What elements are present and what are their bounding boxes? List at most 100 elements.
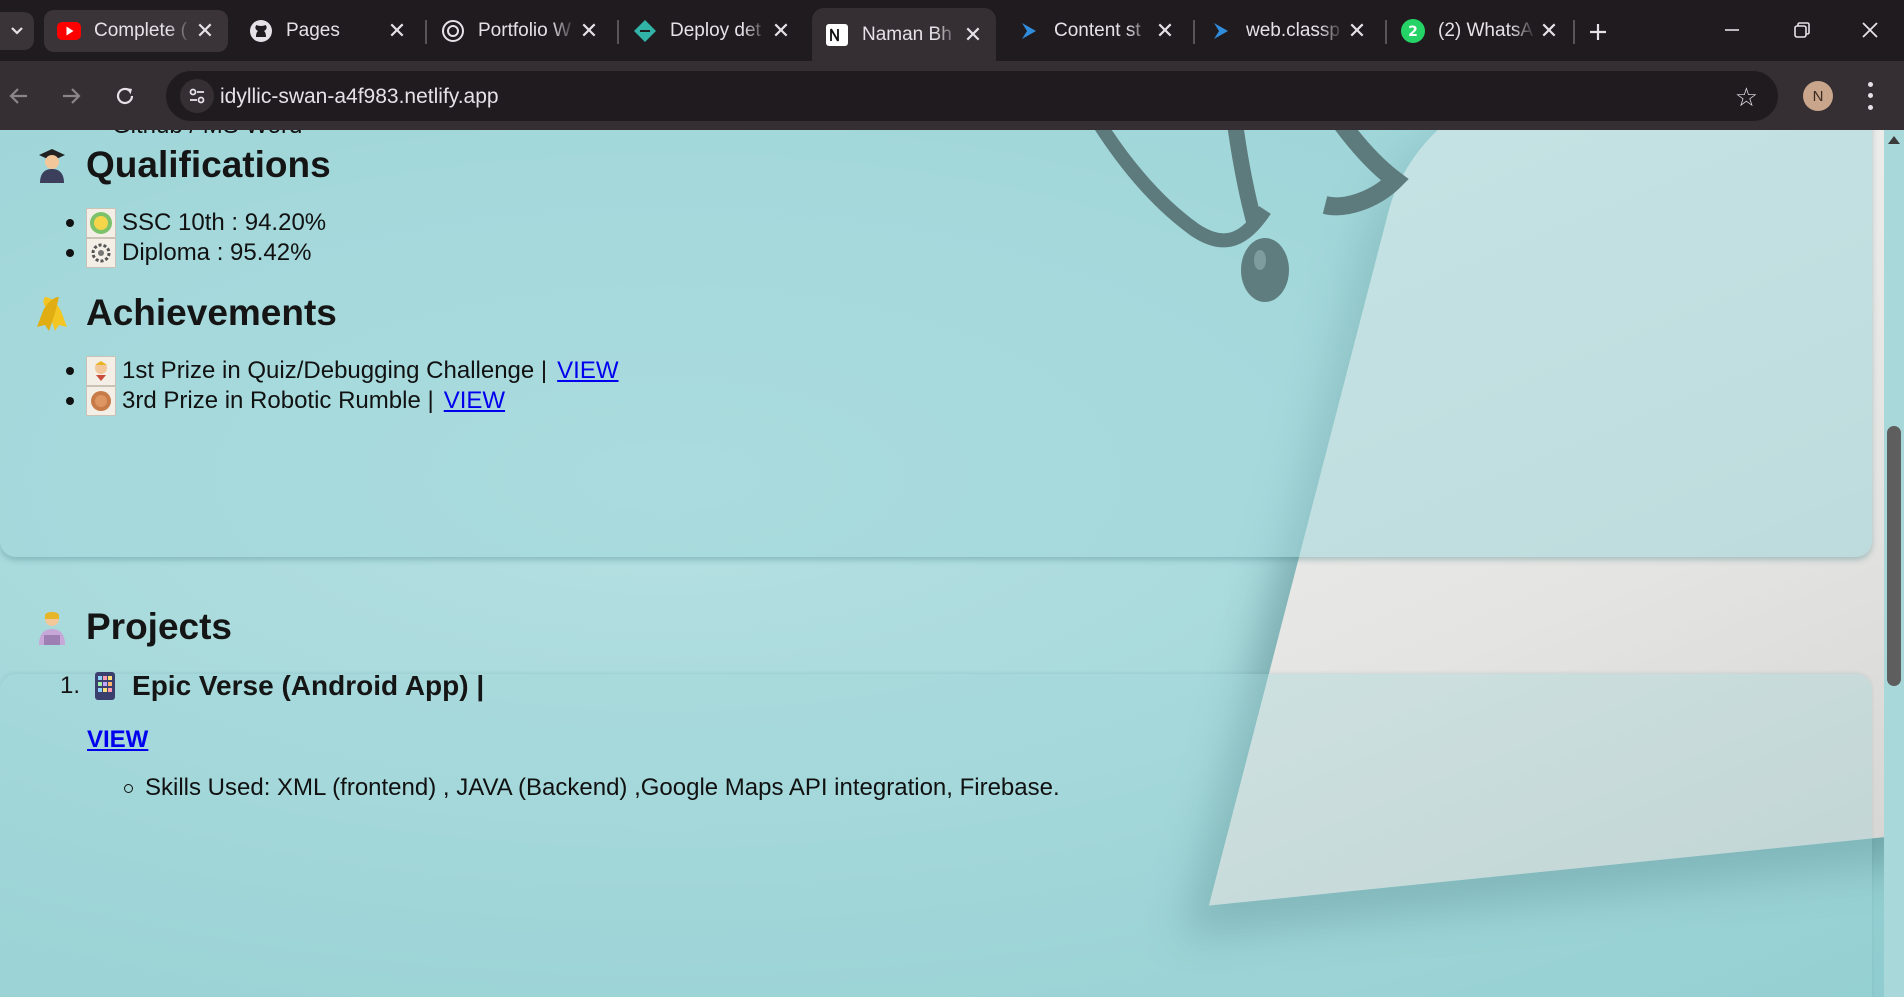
bronze-medal-icon	[86, 386, 116, 416]
whatsapp-icon: 2	[1400, 18, 1426, 44]
arrow-left-icon	[9, 88, 27, 104]
restore-button[interactable]	[1778, 10, 1826, 50]
tab-title: Pages	[286, 20, 340, 41]
tab-separator	[617, 20, 619, 44]
tab-naman-portfolio[interactable]: Naman Bh ✕	[812, 8, 996, 61]
reload-icon	[116, 87, 134, 105]
site-info-button[interactable]	[180, 79, 214, 113]
achievements-heading: Achievements	[34, 292, 337, 334]
url-text[interactable]: idyllic-swan-a4f983.netlify.app	[220, 85, 499, 109]
project-skills-text: Skills Used: XML (frontend) , JAVA (Back…	[145, 774, 1060, 801]
close-tab-icon[interactable]: ✕	[768, 18, 794, 44]
notion-icon	[824, 22, 850, 48]
menu-dot	[1867, 93, 1873, 99]
achievement-text: 1st Prize in Quiz/Debugging Challenge |	[122, 357, 548, 384]
qualification-text: Diploma : 95.42%	[122, 239, 312, 266]
reload-button[interactable]	[106, 77, 144, 115]
minimize-button[interactable]	[1708, 10, 1756, 50]
tab-separator	[1193, 20, 1195, 44]
hollow-bullet	[124, 783, 133, 793]
close-tab-icon[interactable]: ✕	[1344, 18, 1370, 44]
tab-title: Naman Bh	[862, 23, 952, 45]
plus-icon	[1590, 24, 1606, 40]
close-tab-icon[interactable]: ✕	[1536, 18, 1562, 44]
close-tab-icon[interactable]: ✕	[192, 18, 218, 44]
tab-separator	[425, 20, 427, 44]
tool-item-label: Github / MS Word	[112, 130, 302, 140]
tab-separator	[1573, 20, 1575, 44]
arrow-right-icon	[63, 88, 81, 104]
projects-heading: Projects	[34, 606, 232, 648]
tool-list-item: Github / MS Word	[62, 130, 302, 140]
page-scrollbar[interactable]	[1884, 130, 1904, 997]
tab-search-button[interactable]	[0, 12, 34, 50]
qualification-item: SSC 10th : 94.20%	[66, 208, 326, 238]
bookmark-star-icon[interactable]: ☆	[1735, 82, 1758, 113]
forward-button[interactable]	[52, 77, 90, 115]
netlify-icon	[632, 18, 658, 44]
openai-icon	[440, 18, 466, 44]
browser-toolbar: idyllic-swan-a4f983.netlify.app ☆ N	[0, 61, 1904, 130]
achievement-item: 1st Prize in Quiz/Debugging Challenge | …	[66, 356, 619, 386]
page-viewport: Github / MS Word Qualifications SSC 10th…	[0, 130, 1904, 997]
tab-title: Content st	[1054, 20, 1141, 41]
tab-strip: Complete ( ✕ Pages ✕ Portfolio W ✕ Deplo…	[0, 0, 1904, 61]
qualifications-title: Qualifications	[86, 144, 331, 185]
close-tab-icon[interactable]: ✕	[576, 18, 602, 44]
tab-github-pages[interactable]: Pages ✕	[236, 10, 420, 52]
close-icon	[1862, 22, 1878, 38]
scroll-up-arrow-icon[interactable]	[1888, 136, 1900, 144]
tab-title: web.classp	[1246, 20, 1340, 41]
menu-dot	[1867, 82, 1873, 88]
minimize-icon	[1725, 29, 1739, 31]
project-name: Epic Verse (Android App) |	[132, 670, 485, 701]
close-tab-icon[interactable]: ✕	[384, 18, 410, 44]
profile-avatar[interactable]: N	[1803, 81, 1833, 111]
school-emblem-icon	[86, 208, 116, 238]
project-view-link[interactable]: VIEW	[87, 726, 148, 754]
achievement-text: 3rd Prize in Robotic Rumble |	[122, 387, 434, 414]
ribbon-icon	[34, 295, 70, 331]
tab-separator	[1385, 20, 1387, 44]
achievement-view-link[interactable]: VIEW	[444, 387, 505, 415]
github-icon	[248, 18, 274, 44]
page-content: Github / MS Word Qualifications SSC 10th…	[0, 130, 1860, 997]
project-number: 1.	[60, 672, 81, 699]
whatsapp-badge: 2	[1408, 24, 1418, 40]
restore-icon	[1794, 22, 1810, 38]
tab-chatgpt[interactable]: Portfolio W ✕	[428, 10, 612, 52]
chevron-down-icon	[11, 27, 23, 35]
mobile-phone-icon	[94, 671, 120, 701]
tab-title: Deploy det	[670, 20, 761, 41]
classplus-icon	[1208, 18, 1234, 44]
achievement-view-link[interactable]: VIEW	[557, 357, 618, 385]
menu-dot	[1867, 104, 1873, 110]
address-bar[interactable]: idyllic-swan-a4f983.netlify.app ☆	[166, 71, 1778, 121]
tab-whatsapp[interactable]: 2 (2) WhatsA ✕	[1388, 10, 1572, 52]
close-tab-icon[interactable]: ✕	[960, 22, 986, 48]
graduate-icon	[34, 147, 70, 183]
qualification-text: SSC 10th : 94.20%	[122, 209, 327, 236]
new-tab-button[interactable]	[1580, 14, 1616, 50]
close-window-button[interactable]	[1846, 10, 1894, 50]
tab-title: Complete (	[94, 20, 187, 41]
bullet	[66, 367, 74, 375]
tab-title: (2) WhatsA	[1438, 20, 1534, 41]
scrollbar-thumb[interactable]	[1887, 426, 1901, 686]
projects-title: Projects	[86, 606, 233, 647]
youtube-icon	[56, 18, 82, 44]
project-skills-item: Skills Used: XML (frontend) , JAVA (Back…	[124, 774, 1060, 802]
technologist-icon	[34, 609, 70, 645]
achievements-title: Achievements	[86, 292, 337, 333]
tab-netlify[interactable]: Deploy det ✕	[620, 10, 804, 52]
project-item-title: 1. Epic Verse (Android App) |	[60, 670, 484, 702]
qualification-item: Diploma : 95.42%	[66, 238, 311, 268]
close-tab-icon[interactable]: ✕	[1152, 18, 1178, 44]
bullet	[66, 397, 74, 405]
back-button[interactable]	[0, 77, 38, 115]
tab-web-classplus[interactable]: web.classp ✕	[1196, 10, 1380, 52]
tab-content-studio[interactable]: Content st ✕	[1004, 10, 1188, 52]
tab-youtube[interactable]: Complete ( ✕	[44, 10, 228, 52]
achievement-item: 3rd Prize in Robotic Rumble | VIEW	[66, 386, 505, 416]
browser-menu-button[interactable]	[1858, 79, 1882, 113]
